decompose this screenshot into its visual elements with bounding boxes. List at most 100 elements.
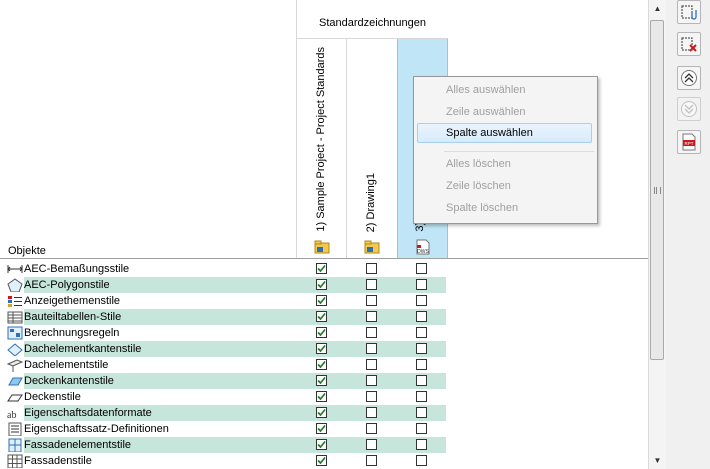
row-name-cell[interactable]: Dachelementstile [0, 357, 296, 373]
remove-standards-button[interactable] [677, 32, 701, 56]
row-name-cell[interactable]: AEC-Bemaßungsstile [0, 261, 296, 277]
svg-text:DWS: DWS [417, 249, 429, 255]
checkmark-icon [317, 408, 326, 417]
report-button[interactable]: RPT [677, 130, 701, 154]
attach-drawing-icon [681, 5, 697, 20]
row-name-cell[interactable]: Bauteiltabellen-Stile [0, 309, 296, 325]
table-row[interactable]: AEC-Polygonstile [0, 277, 648, 293]
menu-item-clear-all[interactable]: Alles löschen [446, 154, 511, 174]
checkbox-column-1[interactable] [316, 263, 327, 274]
scroll-down-icon[interactable]: ▼ [649, 452, 666, 469]
checkbox-column-2[interactable] [366, 327, 377, 338]
checkbox-column-2[interactable] [366, 455, 377, 466]
checkbox-column-2[interactable] [366, 439, 377, 450]
dws-file-icon: DWS [416, 239, 430, 255]
table-row[interactable]: Bauteiltabellen-Stile [0, 309, 648, 325]
checkbox-column-3[interactable] [416, 311, 427, 322]
table-row[interactable]: Deckenkantenstile [0, 373, 648, 389]
row-name-cell[interactable]: Fassadenelementstile [0, 437, 296, 453]
checkbox-column-2[interactable] [366, 407, 377, 418]
checkbox-column-3[interactable] [416, 423, 427, 434]
table-row[interactable]: Berechnungsregeln [0, 325, 648, 341]
row-name-cell[interactable]: Deckenkantenstile [0, 373, 296, 389]
checkbox-column-1[interactable] [316, 423, 327, 434]
row-name-cell[interactable]: Anzeigethemenstile [0, 293, 296, 309]
checkbox-column-1[interactable] [316, 391, 327, 402]
row-name-cell[interactable]: Eigenschaftssatz-Definitionen [0, 421, 296, 437]
curtain-wall-icon [7, 454, 23, 468]
checkbox-column-2[interactable] [366, 359, 377, 370]
checkmark-icon [317, 456, 326, 465]
checkbox-column-3[interactable] [416, 391, 427, 402]
row-name-cell[interactable]: Dachelementkantenstile [0, 341, 296, 357]
object-rows: AEC-Bemaßungsstile AEC-Polygonstile Anzeig… [0, 261, 648, 469]
checkbox-column-3[interactable] [416, 279, 427, 290]
checkbox-column-3[interactable] [416, 359, 427, 370]
checkbox-column-3[interactable] [416, 343, 427, 354]
checkbox-column-3[interactable] [416, 375, 427, 386]
menu-item-clear-column[interactable]: Spalte löschen [446, 198, 518, 218]
checkbox-column-2[interactable] [366, 391, 377, 402]
column-header-label: 2) Drawing1 [365, 172, 377, 232]
row-name-cell[interactable]: Berechnungsregeln [0, 325, 296, 341]
column-header-2[interactable]: 2) Drawing1 [346, 39, 397, 258]
checkbox-column-1[interactable] [316, 375, 327, 386]
attach-standards-button[interactable] [677, 0, 701, 24]
checkbox-column-1[interactable] [316, 343, 327, 354]
checkbox-column-3[interactable] [416, 407, 427, 418]
column-group-header: Standardzeichnungen [296, 0, 448, 39]
checkmark-icon [317, 344, 326, 353]
checkbox-column-3[interactable] [416, 455, 427, 466]
checkbox-column-2[interactable] [366, 279, 377, 290]
table-row[interactable]: Fassadenelementstile [0, 437, 648, 453]
row-name-cell[interactable]: ab Eigenschaftsdatenformate [0, 405, 296, 421]
menu-item-select-all[interactable]: Alles auswählen [446, 80, 526, 100]
checkmark-icon [317, 264, 326, 273]
checkbox-column-3[interactable] [416, 295, 427, 306]
move-down-button[interactable] [677, 97, 701, 121]
context-menu: Alles auswählen Zeile auswählen Spalte a… [413, 76, 598, 224]
checkbox-column-3[interactable] [416, 263, 427, 274]
move-up-button[interactable] [677, 66, 701, 90]
checkbox-column-1[interactable] [316, 327, 327, 338]
checkbox-column-1[interactable] [316, 295, 327, 306]
checkbox-column-2[interactable] [366, 423, 377, 434]
column-header-1[interactable]: 1) Sample Project - Project Standards [296, 39, 347, 258]
table-row[interactable]: ab Eigenschaftsdatenformate [0, 405, 648, 421]
move-up-icon [681, 70, 697, 86]
checkbox-column-1[interactable] [316, 455, 327, 466]
checkbox-column-1[interactable] [316, 439, 327, 450]
checkbox-column-3[interactable] [416, 439, 427, 450]
row-name-cell[interactable]: Deckenstile [0, 389, 296, 405]
row-name-cell[interactable]: AEC-Polygonstile [0, 277, 296, 293]
table-row[interactable]: Fassadenstile [0, 453, 648, 469]
table-row[interactable]: AEC-Bemaßungsstile [0, 261, 648, 277]
menu-item-clear-row[interactable]: Zeile löschen [446, 176, 511, 196]
standards-grid: Objekte Standardzeichnungen 1) Sample Pr… [0, 0, 649, 469]
slab-style-icon [7, 394, 23, 402]
table-row[interactable]: Dachelementstile [0, 357, 648, 373]
menu-item-select-row[interactable]: Zeile auswählen [446, 102, 526, 122]
menu-item-select-column[interactable]: Spalte auswählen [446, 123, 533, 143]
checkbox-column-2[interactable] [366, 263, 377, 274]
checkbox-column-1[interactable] [316, 279, 327, 290]
table-row[interactable]: Dachelementkantenstile [0, 341, 648, 357]
table-row[interactable]: Deckenstile [0, 389, 648, 405]
checkmark-icon [317, 440, 326, 449]
row-label: Deckenkantenstile [24, 375, 114, 387]
checkbox-column-3[interactable] [416, 327, 427, 338]
roof-slab-icon [7, 359, 23, 372]
checkbox-column-1[interactable] [316, 359, 327, 370]
checkbox-column-2[interactable] [366, 343, 377, 354]
scroll-up-icon[interactable]: ▲ [649, 0, 666, 17]
scrollbar-thumb[interactable] [650, 20, 664, 360]
vertical-scrollbar[interactable]: ▲ ▼ [648, 0, 666, 469]
checkbox-column-2[interactable] [366, 295, 377, 306]
table-row[interactable]: Anzeigethemenstile [0, 293, 648, 309]
checkbox-column-2[interactable] [366, 375, 377, 386]
checkbox-column-2[interactable] [366, 311, 377, 322]
row-name-cell[interactable]: Fassadenstile [0, 453, 296, 469]
checkbox-column-1[interactable] [316, 311, 327, 322]
table-row[interactable]: Eigenschaftssatz-Definitionen [0, 421, 648, 437]
checkbox-column-1[interactable] [316, 407, 327, 418]
